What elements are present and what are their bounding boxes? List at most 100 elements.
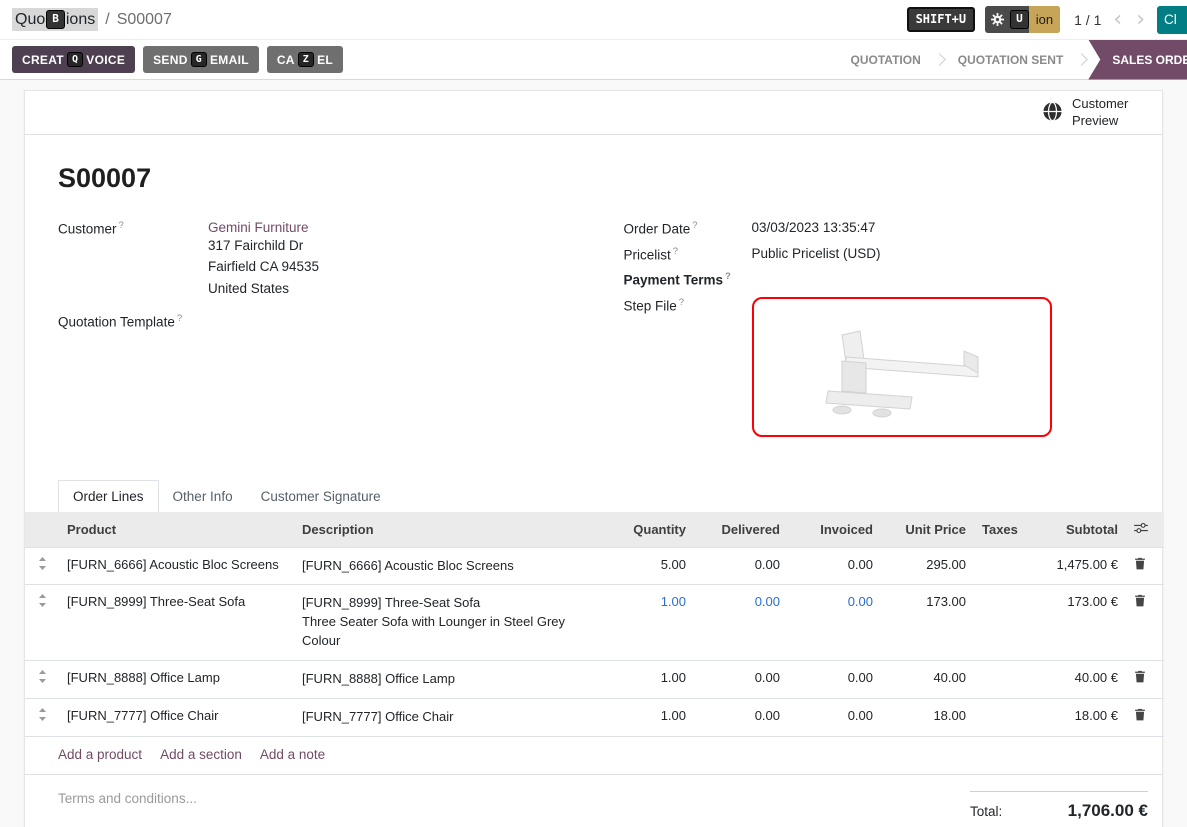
create-invoice-button[interactable]: CREAT Q VOICE: [12, 46, 135, 73]
customer-value: Gemini Furniture 317 Fairchild Dr Fairfi…: [208, 220, 319, 299]
drag-handle-icon[interactable]: [25, 660, 59, 698]
cell-delivered[interactable]: 0.00: [694, 660, 788, 698]
cell-description[interactable]: [FURN_7777] Office Chair: [294, 698, 604, 736]
cell-delivered[interactable]: 0.00: [694, 698, 788, 736]
cell-unit-price[interactable]: 173.00: [881, 585, 974, 661]
field-grid: Customer? Gemini Furniture 317 Fairchild…: [58, 220, 1129, 446]
help-marker: ?: [725, 271, 731, 282]
cell-taxes[interactable]: [974, 585, 1022, 661]
shortcut-hint-z: Z: [298, 52, 314, 67]
page-title: S00007: [58, 163, 1129, 194]
cell-quantity[interactable]: 1.00: [604, 698, 694, 736]
cell-delivered[interactable]: 0.00: [694, 585, 788, 661]
tab-customer-signature[interactable]: Customer Signature: [247, 481, 395, 512]
cell-invoiced[interactable]: 0.00: [788, 660, 881, 698]
status-step-sales-order-active[interactable]: SALES ORDER: [1088, 40, 1187, 80]
header-subtotal: Subtotal: [1022, 512, 1126, 548]
field-pricelist: Pricelist? Public Pricelist (USD): [624, 246, 1130, 263]
cell-taxes[interactable]: [974, 698, 1022, 736]
status-step-quotation-sent[interactable]: QUOTATION SENT: [944, 53, 1078, 67]
add-a-section-link[interactable]: Add a section: [160, 747, 242, 762]
delete-row-icon[interactable]: [1126, 698, 1164, 736]
cell-unit-price[interactable]: 40.00: [881, 660, 974, 698]
optional-columns-icon[interactable]: [1126, 512, 1164, 548]
table-row: [FURN_8888] Office Lamp [FURN_8888] Offi…: [25, 660, 1164, 698]
cell-product[interactable]: [FURN_7777] Office Chair: [59, 698, 294, 736]
customer-preview-button[interactable]: Customer Preview: [1026, 91, 1162, 134]
field-customer: Customer? Gemini Furniture 317 Fairchild…: [58, 220, 564, 299]
breadcrumb-current: S00007: [117, 11, 172, 29]
shortcut-hint-b: B: [46, 10, 65, 28]
field-payment-terms: Payment Terms?: [624, 271, 1130, 288]
totals-box: Total: 1,706.00 €: [970, 791, 1148, 821]
header-handle: [25, 512, 59, 548]
drag-handle-icon[interactable]: [25, 547, 59, 585]
terms-placeholder[interactable]: Terms and conditions...: [58, 791, 197, 806]
shortcut-hint-shift-u: SHIFT+U: [907, 7, 976, 32]
delete-row-icon[interactable]: [1126, 660, 1164, 698]
cell-invoiced[interactable]: 0.00: [788, 547, 881, 585]
cell-description[interactable]: [FURN_8999] Three-Seat Sofa Three Seater…: [294, 585, 604, 661]
delete-row-icon[interactable]: [1126, 547, 1164, 585]
cell-unit-price[interactable]: 295.00: [881, 547, 974, 585]
cell-delivered[interactable]: 0.00: [694, 547, 788, 585]
action-menu-button[interactable]: U ion: [985, 6, 1060, 33]
header-invoiced: Invoiced: [788, 512, 881, 548]
cell-description[interactable]: [FURN_8888] Office Lamp: [294, 660, 604, 698]
tab-other-info[interactable]: Other Info: [159, 481, 247, 512]
create-invoice-text-post: VOICE: [86, 53, 125, 67]
add-a-note-link[interactable]: Add a note: [260, 747, 325, 762]
field-step-file: Step File?: [624, 297, 1130, 437]
pricelist-label: Pricelist?: [624, 246, 752, 263]
customer-address: 317 Fairchild Dr Fairfield CA 94535 Unit…: [208, 235, 319, 299]
cell-taxes[interactable]: [974, 660, 1022, 698]
breadcrumb: Quo B ions / S00007: [12, 8, 172, 30]
drag-handle-icon[interactable]: [25, 698, 59, 736]
cell-unit-price[interactable]: 18.00: [881, 698, 974, 736]
header-description: Description: [294, 512, 604, 548]
cancel-button[interactable]: CA Z EL: [267, 46, 343, 73]
cell-product[interactable]: [FURN_8888] Office Lamp: [59, 660, 294, 698]
order-date-value[interactable]: 03/03/2023 13:35:47: [752, 220, 876, 237]
cell-subtotal: 1,475.00 €: [1022, 547, 1126, 585]
header-product: Product: [59, 512, 294, 548]
cell-subtotal: 18.00 €: [1022, 698, 1126, 736]
sheet-footer: Terms and conditions... Total: 1,706.00 …: [25, 775, 1162, 821]
header-taxes: Taxes: [974, 512, 1022, 548]
total-label: Total:: [970, 804, 1002, 819]
tab-order-lines[interactable]: Order Lines: [58, 480, 159, 512]
cell-description[interactable]: [FURN_6666] Acoustic Bloc Screens: [294, 547, 604, 585]
cell-quantity[interactable]: 1.00: [604, 660, 694, 698]
cell-quantity[interactable]: 5.00: [604, 547, 694, 585]
corner-teal-button[interactable]: Cl: [1157, 6, 1187, 34]
step-file-image[interactable]: [752, 297, 1052, 437]
shortcut-hint-q: Q: [67, 52, 83, 67]
field-column-right: Order Date? 03/03/2023 13:35:47 Pricelis…: [624, 220, 1130, 446]
cell-product[interactable]: [FURN_8999] Three-Seat Sofa: [59, 585, 294, 661]
table-header-row: Product Description Quantity Delivered I…: [25, 512, 1164, 548]
status-step-quotation[interactable]: QUOTATION: [837, 53, 935, 67]
cell-invoiced[interactable]: 0.00: [788, 698, 881, 736]
help-marker: ?: [679, 297, 684, 308]
cell-quantity[interactable]: 1.00: [604, 585, 694, 661]
cell-product[interactable]: [FURN_6666] Acoustic Bloc Screens: [59, 547, 294, 585]
drag-handle-icon[interactable]: [25, 585, 59, 661]
create-invoice-text-pre: CREAT: [22, 53, 64, 67]
send-email-button[interactable]: SEND G EMAIL: [143, 46, 259, 73]
pager-previous-icon[interactable]: ‹: [1111, 9, 1124, 31]
shortcut-hint-g: G: [191, 52, 207, 67]
pager-next-icon[interactable]: ›: [1134, 9, 1147, 31]
delete-row-icon[interactable]: [1126, 585, 1164, 661]
pricelist-value[interactable]: Public Pricelist (USD): [752, 246, 881, 263]
add-a-product-link[interactable]: Add a product: [58, 747, 142, 762]
breadcrumb-quotations-text-pre: Quo: [15, 11, 45, 29]
order-lines-table: Product Description Quantity Delivered I…: [25, 512, 1164, 737]
cell-taxes[interactable]: [974, 547, 1022, 585]
cell-invoiced[interactable]: 0.00: [788, 585, 881, 661]
quotation-template-label: Quotation Template?: [58, 313, 208, 330]
field-quotation-template: Quotation Template?: [58, 313, 564, 330]
send-email-text-pre: SEND: [153, 53, 188, 67]
customer-link[interactable]: Gemini Furniture: [208, 220, 309, 235]
action-buttons: CREAT Q VOICE SEND G EMAIL CA Z EL: [12, 46, 343, 73]
breadcrumb-quotations[interactable]: Quo B ions: [12, 8, 98, 30]
